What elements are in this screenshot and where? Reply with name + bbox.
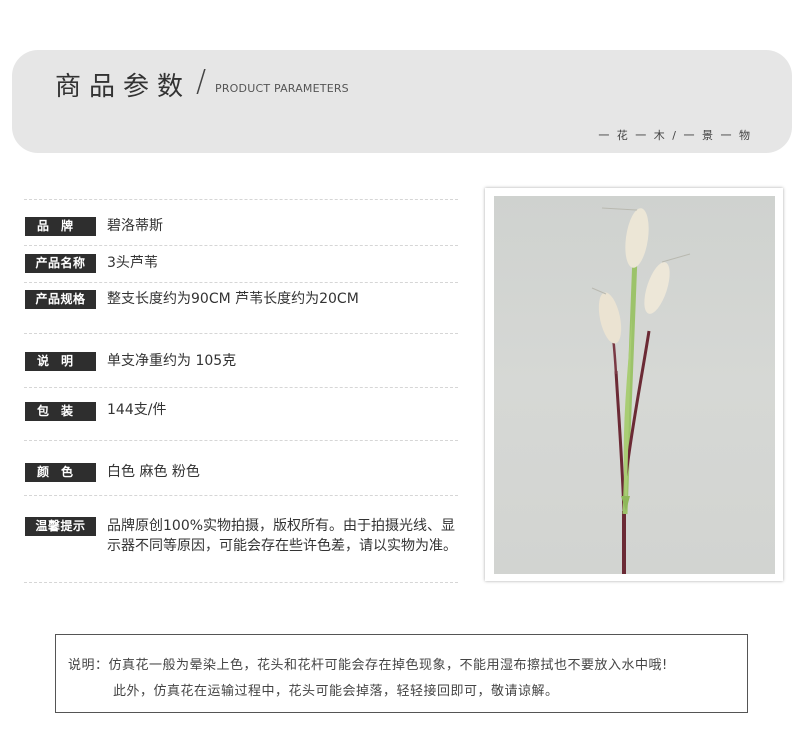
divider [24,582,458,583]
section-subtitle: PRODUCT PARAMETERS [215,82,349,95]
param-value-product-name: 3头芦苇 [107,255,158,271]
divider [24,333,458,334]
plume-right [644,262,670,314]
reed-illustration [591,207,691,574]
divider [24,282,458,283]
notice-line-2: 此外，仿真花在运输过程中，花头可能会掉落，轻轻接回即可，敬请谅解。 [113,684,559,699]
title-separator: / [196,64,207,99]
awn [601,207,638,211]
param-label-brand: 品 牌 [25,217,96,236]
param-label-tips: 温馨提示 [25,517,96,536]
section-title: 商品参数 [55,72,192,102]
param-label-description: 说 明 [25,352,96,371]
param-value-spec: 整支长度约为90CM 芦苇长度约为20CM [107,291,359,307]
param-value-packing: 144支/件 [107,402,167,418]
param-value-brand: 碧洛蒂斯 [107,218,163,234]
divider [24,245,458,246]
awn [591,287,607,295]
param-value-description: 单支净重约为 105克 [107,353,237,369]
plume-top [625,208,649,268]
divider [24,199,458,200]
notice-box [55,634,748,713]
param-value-color: 白色 麻色 粉色 [107,464,200,480]
param-label-product-name: 产品名称 [25,254,96,273]
plume-left [598,292,622,344]
product-photo [494,196,775,574]
param-label-spec: 产品规格 [25,290,96,309]
param-label-color: 颜 色 [25,463,96,482]
awn [661,253,691,263]
divider [24,495,458,496]
param-label-packing: 包 装 [25,402,96,421]
divider [24,387,458,388]
stem-left [614,370,626,515]
motto-text: 一 花 一 木 / 一 景 一 物 [598,129,752,142]
divider [24,440,458,441]
notice-line-1: 说明：仿真花一般为晕染上色，花头和花杆可能会存在掉色现象，不能用湿布擦拭也不要放… [68,658,668,673]
param-value-tips: 品牌原创100%实物拍摄，版权所有。由于拍摄光线、显示器不同等原因，可能会存在些… [107,518,457,554]
